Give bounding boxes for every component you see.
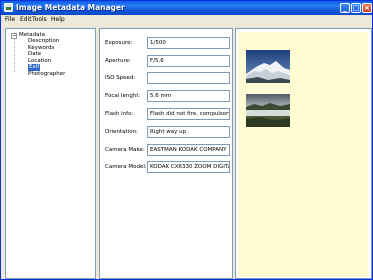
label-camera-model: Camera Model: <box>105 164 147 170</box>
properties-panel: Exposure: 1/500 Aperture: F/5.6 ISO Spee… <box>99 28 233 279</box>
mountain-landscape-thumbnail[interactable] <box>246 50 290 83</box>
lake-landscape-thumbnail[interactable] <box>246 94 290 127</box>
field-focal-length[interactable]: 5.6 mm <box>147 90 230 102</box>
app-window: Image Metadata Manager _ □ × File Edit T… <box>0 0 373 280</box>
label-focal-length: Focal lenght: <box>105 93 141 99</box>
minimize-button[interactable]: _ <box>340 3 350 13</box>
maximize-button[interactable]: □ <box>351 3 361 13</box>
field-camera-make[interactable]: EASTMAN KODAK COMPANY <box>147 144 230 156</box>
label-camera-make: Camera Make: <box>105 147 145 153</box>
metadata-tree[interactable]: − Metadata Description Keywords Date Loc… <box>5 28 96 279</box>
label-iso-speed: ISO Speed: <box>105 75 136 81</box>
menu-file[interactable]: File <box>5 15 15 25</box>
images-panel <box>235 28 372 279</box>
images-list <box>239 32 368 277</box>
label-flash-info: Flash info: <box>105 111 134 117</box>
label-exposure: Exposure: <box>105 40 133 46</box>
field-camera-model[interactable]: KODAK CX6330 ZOOM DIGITAL CAMERA <box>147 161 230 173</box>
field-exposure[interactable]: 1/500 <box>147 37 230 49</box>
close-button[interactable]: × <box>362 3 372 13</box>
menu-help[interactable]: Help <box>51 15 65 25</box>
field-iso-speed[interactable] <box>147 72 230 84</box>
mountain-image <box>246 50 290 83</box>
tree-item-photographer[interactable]: Photographer <box>28 71 65 78</box>
lake-image <box>246 94 290 127</box>
tree-connector <box>14 39 15 72</box>
label-aperture: Aperture: <box>105 58 131 64</box>
field-aperture[interactable]: F/5.6 <box>147 55 230 67</box>
app-icon <box>4 3 13 12</box>
field-flash-info[interactable]: Flash did not fire, compulsory flash <box>147 108 230 120</box>
title-bar[interactable]: Image Metadata Manager _ □ × <box>1 1 372 15</box>
label-orientation: Orientation: <box>105 129 138 135</box>
window-title: Image Metadata Manager <box>16 3 125 12</box>
field-orientation[interactable]: Right way up <box>147 126 230 138</box>
menu-bar: File Edit Tools Help <box>1 15 372 25</box>
menu-edit[interactable]: Edit <box>20 15 32 25</box>
menu-tools[interactable]: Tools <box>32 15 47 25</box>
